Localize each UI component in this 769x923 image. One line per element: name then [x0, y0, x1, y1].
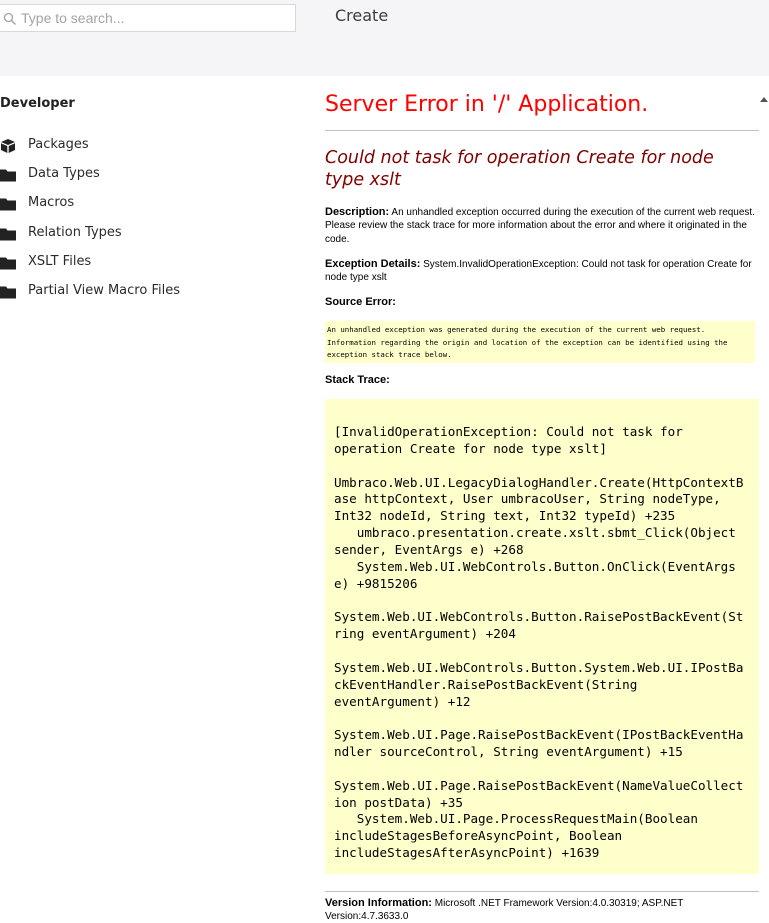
sidebar-item-label: Packages [28, 137, 89, 152]
folder-icon [0, 227, 16, 241]
folder-icon [0, 168, 16, 182]
exception-label: Exception Details: [325, 258, 421, 270]
sidebar-item-label: Partial View Macro Files [28, 283, 180, 298]
sidebar: Developer Packages Data Types Macros Rel… [0, 76, 318, 917]
version-label: Version Information: [325, 897, 432, 909]
divider [325, 891, 759, 892]
exception-details-block: Exception Details: System.InvalidOperati… [325, 258, 755, 285]
folder-icon [0, 285, 16, 299]
sidebar-item-label: Macros [28, 195, 75, 210]
stack-trace-label: Stack Trace: [325, 374, 390, 386]
error-title: Server Error in '/' Application. [325, 92, 649, 117]
page-title: Create [335, 6, 389, 25]
search-input[interactable] [21, 8, 281, 28]
sidebar-item-partial-view-macro-files[interactable]: Partial View Macro Files [0, 281, 300, 305]
source-error-box: An unhandled exception was generated dur… [325, 321, 755, 363]
package-icon [0, 139, 16, 153]
sidebar-item-xslt-files[interactable]: XSLT Files [0, 252, 300, 276]
description-label: Description: [325, 206, 390, 218]
stack-trace-box: [InvalidOperationException: Could not ta… [325, 399, 759, 874]
folder-icon [0, 197, 16, 211]
folder-icon [0, 256, 16, 270]
section-title: Developer [0, 96, 75, 111]
sidebar-item-macros[interactable]: Macros [0, 193, 300, 217]
search-box[interactable] [0, 4, 296, 32]
stack-trace-text: [InvalidOperationException: Could not ta… [334, 424, 744, 861]
sidebar-item-data-types[interactable]: Data Types [0, 164, 300, 188]
description-block: Description: An unhandled exception occu… [325, 206, 755, 246]
scrollbar[interactable] [760, 76, 769, 917]
scroll-up-icon[interactable] [760, 97, 768, 102]
sidebar-item-label: Relation Types [28, 225, 122, 240]
source-error-label: Source Error: [325, 296, 396, 308]
search-icon [3, 12, 17, 26]
error-subtitle: Could not task for operation Create for … [325, 148, 714, 190]
sidebar-item-packages[interactable]: Packages [0, 135, 300, 159]
sidebar-item-label: XSLT Files [28, 254, 92, 269]
top-bar: Create [0, 0, 769, 76]
description-text: An unhandled exception occurred during t… [325, 207, 755, 245]
sidebar-item-relation-types[interactable]: Relation Types [0, 223, 300, 247]
sidebar-item-label: Data Types [28, 166, 100, 181]
divider [325, 130, 759, 131]
version-info: Version Information: Microsoft .NET Fram… [325, 897, 755, 923]
